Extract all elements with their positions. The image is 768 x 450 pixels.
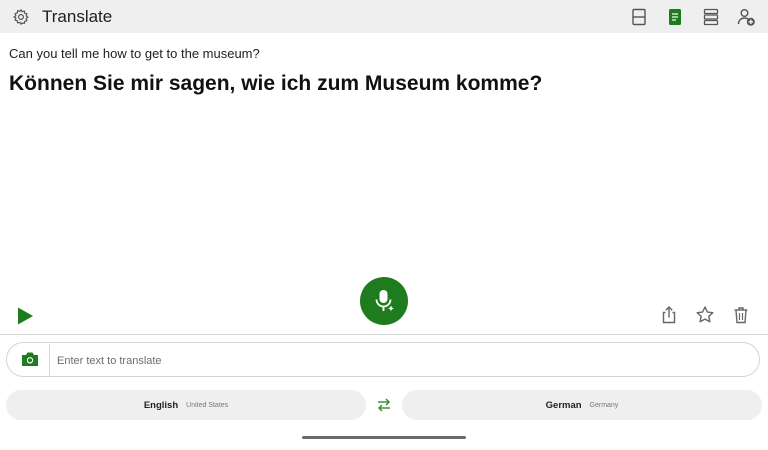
source-text: Can you tell me how to get to the museum… — [9, 46, 260, 61]
target-language-name: German — [545, 399, 582, 411]
swap-icon[interactable] — [376, 397, 392, 413]
home-indicator[interactable] — [302, 436, 466, 439]
source-language-selector[interactable]: English United States — [6, 390, 366, 420]
divider — [0, 334, 768, 335]
source-language-name: English — [143, 399, 179, 411]
document-icon[interactable] — [665, 7, 685, 27]
star-icon[interactable] — [695, 305, 715, 325]
target-language-selector[interactable]: German Germany — [402, 390, 762, 420]
target-language-region: Germany — [589, 401, 619, 409]
input-separator — [49, 344, 50, 376]
translate-input[interactable] — [55, 349, 739, 373]
camera-icon[interactable] — [21, 351, 39, 367]
list-view-icon[interactable] — [701, 7, 721, 27]
app-header: Translate — [0, 0, 768, 33]
microphone-icon — [375, 290, 394, 312]
translated-text: Können Sie mir sagen, wie ich zum Museum… — [9, 72, 543, 95]
play-icon[interactable] — [14, 305, 36, 327]
trash-icon[interactable] — [731, 305, 751, 325]
microphone-button[interactable] — [360, 277, 408, 325]
gear-icon[interactable] — [12, 8, 30, 26]
source-language-region: United States — [186, 401, 229, 409]
text-input-bar — [6, 342, 760, 377]
add-person-icon[interactable] — [736, 7, 756, 27]
app-title: Translate — [42, 7, 113, 26]
share-icon[interactable] — [659, 305, 679, 325]
split-view-icon[interactable] — [629, 7, 649, 27]
